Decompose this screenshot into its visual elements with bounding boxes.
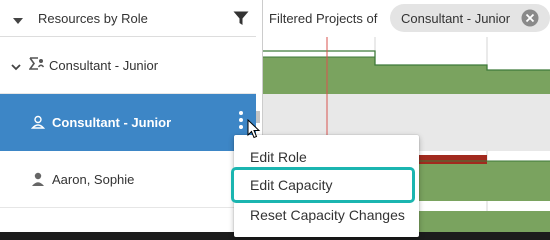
person-icon bbox=[31, 172, 45, 189]
role-row-selected[interactable]: Consultant - Junior bbox=[0, 94, 256, 151]
filter-header: Filtered Projects of Consultant - Junior bbox=[263, 0, 550, 37]
resources-header: Resources by Role bbox=[0, 0, 256, 37]
resources-header-title: Resources by Role bbox=[38, 11, 148, 26]
over-allocation-bar bbox=[413, 155, 487, 164]
capacity-bar bbox=[263, 57, 375, 94]
capacity-bar bbox=[375, 65, 487, 94]
role-group-label: Consultant - Junior bbox=[49, 58, 159, 73]
caret-down-icon[interactable] bbox=[12, 13, 24, 28]
highlight-outline bbox=[231, 167, 415, 203]
filter-icon[interactable] bbox=[233, 11, 249, 29]
kebab-icon[interactable] bbox=[234, 108, 248, 134]
menu-item-reset-capacity[interactable]: Reset Capacity Changes bbox=[234, 201, 419, 229]
resource-row[interactable]: Aaron, Sophie bbox=[0, 151, 256, 208]
filter-chip-label: Consultant - Junior bbox=[401, 11, 511, 26]
resource-name: Aaron, Sophie bbox=[52, 172, 135, 187]
filter-chip[interactable]: Consultant - Junior bbox=[390, 4, 550, 32]
menu-item-label: Edit Role bbox=[250, 149, 307, 165]
close-icon[interactable] bbox=[521, 9, 539, 27]
chevron-down-icon[interactable] bbox=[11, 59, 21, 74]
filter-label: Filtered Projects of bbox=[269, 11, 378, 26]
role-icon bbox=[30, 115, 46, 132]
resources-panel: Resources by Role Consultant - Junior Co… bbox=[0, 0, 256, 240]
menu-item-label: Reset Capacity Changes bbox=[250, 207, 405, 223]
sigma-icon bbox=[28, 57, 45, 74]
role-row-label: Consultant - Junior bbox=[52, 115, 172, 130]
role-group-row[interactable]: Consultant - Junior bbox=[0, 37, 256, 94]
cursor-icon bbox=[247, 118, 261, 142]
capacity-bar bbox=[487, 70, 550, 94]
